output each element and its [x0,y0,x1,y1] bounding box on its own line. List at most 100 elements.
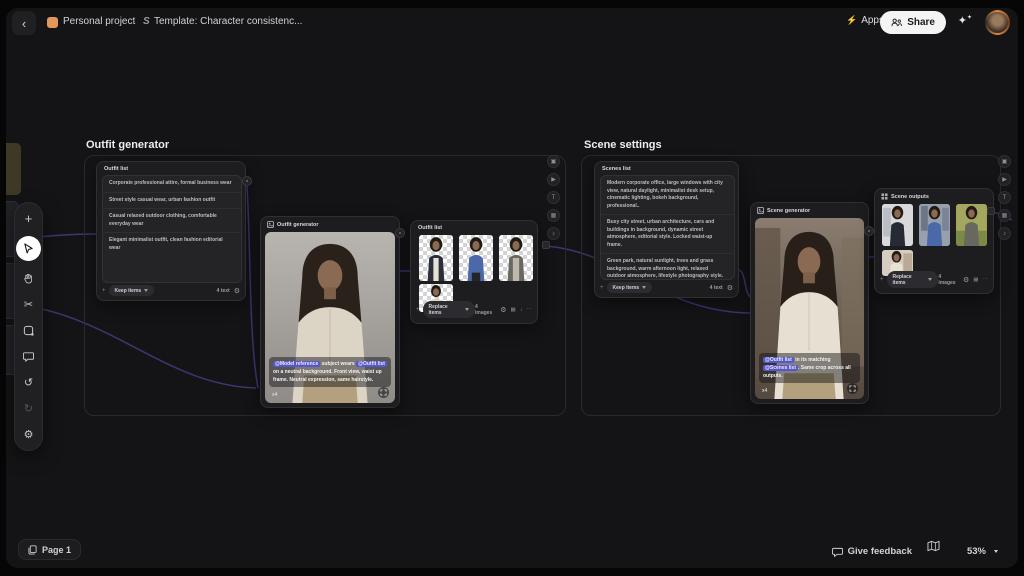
gear-icon[interactable]: ⚙ [963,276,969,284]
minimap-toggle[interactable] [927,539,940,557]
output-thumbnail[interactable] [882,204,913,246]
gear-icon[interactable]: ⚙ [727,284,733,292]
text-list: Modern corporate office, large windows w… [600,175,735,280]
node-scene-generator[interactable]: Scene generator @Outfit list in its matc… [750,202,869,404]
shape-tool[interactable] [20,322,37,339]
grid-view-icon[interactable]: ▦ [511,307,516,313]
frame-title-outfit[interactable]: Outfit generator [86,139,169,151]
video-node-icon[interactable]: ▶ [547,173,560,186]
output-thumbnail[interactable] [499,235,533,281]
expand-icon[interactable] [847,383,858,394]
sparkles-icon[interactable]: ✦✦ [958,14,972,27]
zoom-control[interactable]: 53% [967,546,998,557]
frame-icon [23,325,34,336]
grid-node-icon[interactable]: ▦ [547,209,560,222]
share-button[interactable]: Share [880,11,946,34]
gear-icon[interactable]: ⚙ [234,287,240,295]
redo-button[interactable]: ↻ [20,400,37,417]
image-count: 4 images [475,304,496,316]
undo-button[interactable]: ↺ [20,374,37,391]
mention-pill[interactable]: @Outfit list [356,361,387,367]
list-item[interactable]: Casual relaxed outdoor clothing, comfort… [103,209,241,233]
settings-button[interactable]: ⚙ [20,426,37,443]
comment-tool[interactable] [20,348,37,365]
output-thumbnail[interactable] [459,235,493,281]
node-title: Outfit list [104,166,128,172]
image-node-icon[interactable]: ▣ [998,155,1011,168]
add-item-icon[interactable]: + [416,307,420,313]
video-node-icon[interactable]: ▶ [998,173,1011,186]
node-scene-outputs[interactable]: Scene outputs + Replace items [874,188,994,294]
image-node-icon[interactable]: ▣ [547,155,560,168]
add-item-icon[interactable]: + [600,285,604,291]
page-title[interactable]: Template: Character consistenc... [154,16,302,27]
generated-image[interactable]: @Outfit list in its matching @Scenes lis… [755,218,864,399]
output-handle[interactable] [242,176,252,186]
map-icon [927,540,940,552]
output-handle[interactable] [864,226,874,236]
edge-node-olive[interactable] [6,143,21,195]
output-handle[interactable] [395,228,405,238]
canvas[interactable]: Outfit generator Outfit list Corporate p… [6,8,1018,568]
output-thumbnail[interactable] [919,204,950,246]
pan-tool[interactable] [20,270,37,287]
avatar[interactable] [985,10,1010,35]
text-node-icon[interactable]: T [998,191,1011,204]
list-item[interactable]: Corporate professional attire, formal bu… [103,176,241,193]
project-icon [47,17,58,28]
add-node-button[interactable]: + [20,210,37,227]
node-type-column: ▣ ▶ T ▦ ♪ [547,155,560,240]
share-label: Share [907,17,935,28]
give-feedback-button[interactable]: Give feedback [832,546,912,557]
node-outfit-generator[interactable]: Outfit generator @Model reference subjec… [260,216,400,408]
more-icon[interactable]: ⋯ [983,277,989,283]
apps-button[interactable]: ⚡ Apps [846,15,884,26]
replace-items-dropdown[interactable]: Replace items [423,301,475,318]
add-item-icon[interactable]: + [102,288,106,294]
grid-view-icon[interactable]: ▦ [973,277,978,283]
mention-pill[interactable]: @Scenes list [763,365,798,371]
generated-image[interactable]: @Model reference subject wears @Outfit l… [265,232,395,403]
breadcrumb-separator: › [132,16,135,27]
list-item[interactable]: Street style casual wear, urban fashion … [103,193,241,210]
breadcrumb-project[interactable]: Personal project [63,16,135,27]
node-title: Scenes list [602,166,631,172]
replace-items-dropdown[interactable]: Replace items [887,271,939,288]
audio-node-icon[interactable]: ♪ [998,227,1011,240]
replace-items-label: Replace items [893,274,926,286]
node-scenes-list[interactable]: Scenes list Modern corporate office, lar… [594,161,739,298]
connector-handle[interactable] [987,207,995,215]
node-type-column: ▣ ▶ T ▦ ♪ [998,155,1011,240]
output-thumbnail[interactable] [956,204,987,246]
cut-tool[interactable]: ✂ [20,296,37,313]
replace-items-label: Replace items [429,304,462,316]
frame-title-scene[interactable]: Scene settings [584,139,662,151]
keep-items-dropdown[interactable]: Keep items [109,285,155,296]
node-outfit-outputs[interactable]: Outfit list + Replace items [410,220,538,324]
prompt-caption[interactable]: @Model reference subject wears @Outfit l… [269,357,391,387]
connector-handle[interactable] [542,241,550,249]
more-icon[interactable]: ⋯ [527,307,533,313]
list-item[interactable]: Green park, natural sunlight, trees and … [601,254,734,280]
list-item[interactable]: Elegant minimalist outfit, clean fashion… [103,233,241,256]
caption-text: in its matching [794,357,831,363]
prompt-caption[interactable]: @Outfit list in its matching @Scenes lis… [759,353,860,383]
list-item[interactable]: Modern corporate office, large windows w… [601,176,734,215]
page-selector[interactable]: Page 1 [18,539,81,560]
grid-node-icon[interactable]: ▦ [998,209,1011,222]
output-thumbnail[interactable] [419,235,453,281]
audio-node-icon[interactable]: ♪ [547,227,560,240]
text-node-icon[interactable]: T [547,191,560,204]
gear-icon[interactable]: ⚙ [500,306,506,314]
mention-pill[interactable]: @Outfit list [763,357,794,363]
list-item[interactable]: Busy city street, urban architecture, ca… [601,215,734,254]
download-icon[interactable]: ↓ [520,307,523,313]
back-button[interactable]: ‹ [12,11,36,35]
chevron-down-icon [928,278,932,281]
keep-items-dropdown[interactable]: Keep items [607,282,653,293]
select-tool[interactable] [16,236,41,261]
expand-icon[interactable] [378,387,389,398]
mention-pill[interactable]: @Model reference [273,361,320,367]
node-outfit-list[interactable]: Outfit list Corporate professional attir… [96,161,246,301]
add-item-icon[interactable]: + [880,277,884,283]
